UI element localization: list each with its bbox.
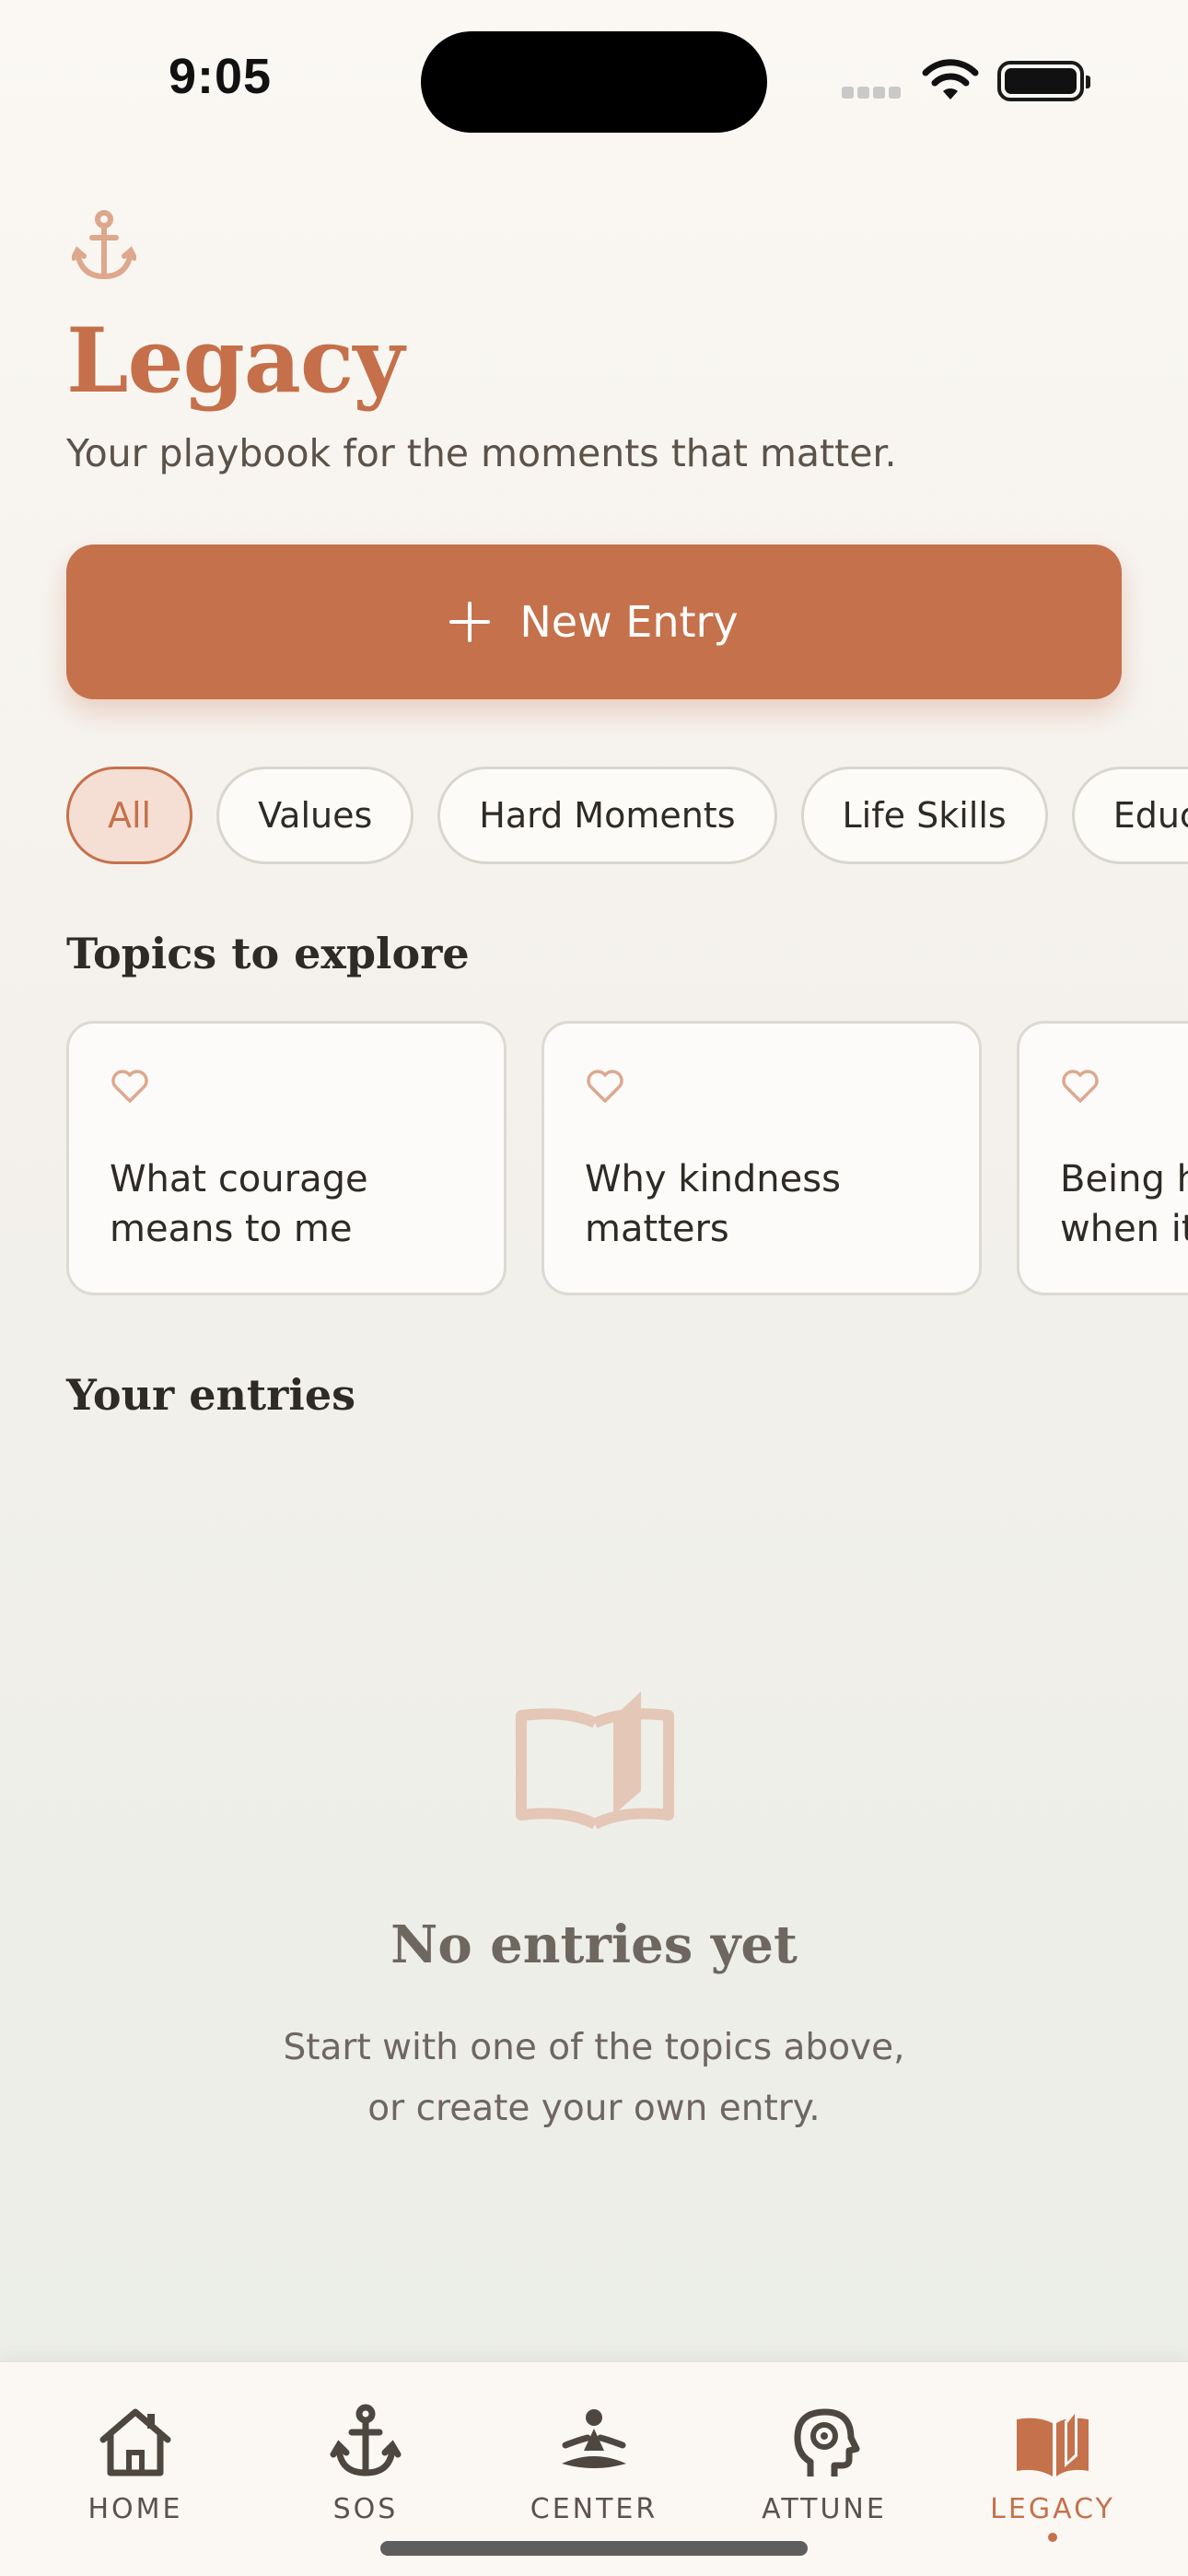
topic-card-line: What courage bbox=[110, 1158, 368, 1200]
head-gear-icon bbox=[794, 2408, 860, 2476]
topic-card[interactable]: Being h when it bbox=[1017, 1021, 1188, 1295]
open-book-icon bbox=[516, 1692, 674, 1830]
home-indicator[interactable] bbox=[380, 2541, 808, 2556]
topic-card-line: matters bbox=[585, 1208, 729, 1250]
page-subtitle: Your playbook for the moments that matte… bbox=[66, 431, 897, 475]
filter-chip-education[interactable]: Educa bbox=[1071, 767, 1188, 864]
status-bar: 9:05 bbox=[0, 0, 1188, 166]
anchor-icon bbox=[72, 210, 136, 280]
filter-chip-all[interactable]: All bbox=[66, 767, 193, 864]
topic-card-text: Why kindness matters bbox=[585, 1154, 953, 1254]
open-book-icon bbox=[1017, 2406, 1089, 2476]
new-entry-label: New Entry bbox=[519, 597, 739, 647]
tab-legacy[interactable]: LEGACY bbox=[934, 2362, 1171, 2576]
meditation-icon bbox=[562, 2409, 626, 2468]
entries-section-title: Your entries bbox=[66, 1370, 356, 1420]
cellular-signal-icon bbox=[842, 85, 906, 99]
topic-card-line: Being h bbox=[1060, 1158, 1188, 1200]
topic-card[interactable]: Why kindness matters bbox=[542, 1021, 982, 1295]
tab-label: HOME bbox=[87, 2493, 183, 2525]
wifi-icon bbox=[922, 59, 979, 100]
filter-chip-values[interactable]: Values bbox=[216, 767, 414, 864]
topic-card-text: Being h when it bbox=[1060, 1154, 1188, 1254]
empty-state-description: Start with one of the topics above, or c… bbox=[0, 2018, 1188, 2139]
empty-state-title: No entries yet bbox=[390, 1914, 798, 1975]
tab-label: SOS bbox=[332, 2493, 399, 2525]
filter-chip-hard-moments[interactable]: Hard Moments bbox=[437, 767, 777, 864]
plus-icon bbox=[449, 602, 491, 642]
new-entry-button[interactable]: New Entry bbox=[66, 544, 1122, 699]
topic-card-text: What courage means to me bbox=[110, 1154, 478, 1254]
topic-card-line: when it bbox=[1060, 1208, 1188, 1250]
topic-card-line: means to me bbox=[110, 1208, 353, 1250]
filter-chip-life-skills[interactable]: Life Skills bbox=[800, 767, 1048, 864]
tab-label: LEGACY bbox=[990, 2493, 1115, 2525]
tab-label: ATTUNE bbox=[762, 2493, 887, 2525]
topics-section-title: Topics to explore bbox=[66, 929, 470, 978]
topic-card-line: Why kindness bbox=[585, 1158, 841, 1200]
filter-chips: All Values Hard Moments Life Skills Educ… bbox=[66, 767, 1188, 866]
tab-home[interactable]: HOME bbox=[17, 2362, 254, 2576]
empty-state-line: or create your own entry. bbox=[367, 2088, 821, 2129]
anchor-icon bbox=[330, 2404, 402, 2476]
heart-icon bbox=[1062, 1070, 1099, 1103]
dynamic-island bbox=[421, 31, 767, 133]
active-tab-indicator bbox=[1048, 2533, 1057, 2542]
topic-cards: What courage means to me Why kindness ma… bbox=[66, 1021, 1188, 1297]
topic-card[interactable]: What courage means to me bbox=[66, 1021, 507, 1295]
empty-state-line: Start with one of the topics above, bbox=[283, 2027, 905, 2068]
page-title: Legacy bbox=[66, 309, 404, 413]
status-time: 9:05 bbox=[169, 49, 273, 104]
heart-icon bbox=[587, 1070, 623, 1103]
tab-label: CENTER bbox=[530, 2493, 658, 2525]
battery-icon bbox=[997, 61, 1090, 101]
heart-icon bbox=[111, 1070, 148, 1103]
home-icon bbox=[99, 2408, 171, 2476]
